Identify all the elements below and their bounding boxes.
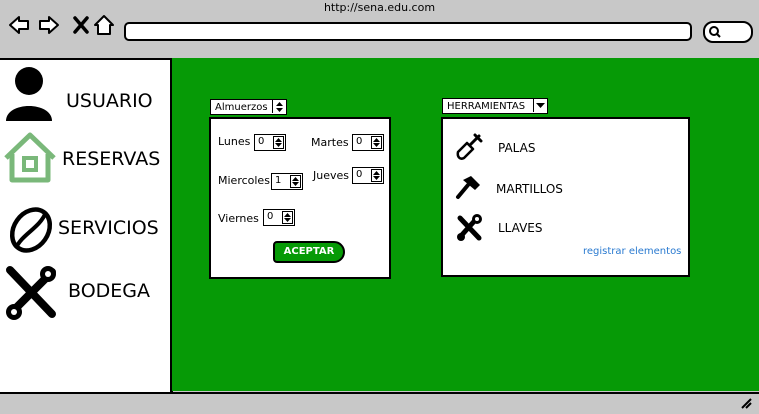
stepper-arrows-icon[interactable]	[371, 169, 382, 182]
sidebar-item-label: BODEGA	[68, 280, 151, 302]
viernes-value: 0	[267, 211, 274, 222]
forward-arrow-icon[interactable]	[38, 14, 60, 36]
register-elements-link[interactable]: registrar elementos	[583, 246, 681, 257]
day-label-miercoles: Miercoles	[218, 174, 270, 187]
tool-item-label: MARTILLOS	[496, 182, 563, 196]
sidebar-item-servicios[interactable]: SERVICIOS	[0, 198, 170, 258]
sidebar-item-reservas[interactable]: RESERVAS	[0, 130, 170, 190]
tool-item-llaves[interactable]: LLAVES	[455, 213, 575, 243]
shovel-icon	[456, 133, 483, 160]
stepper-arrows-icon[interactable]	[371, 136, 382, 149]
sidebar-item-label: RESERVAS	[62, 148, 161, 170]
tools-select-value: HERRAMIENTAS	[447, 101, 526, 112]
sidebar-item-label: USUARIO	[66, 90, 153, 112]
address-bar[interactable]	[124, 22, 692, 41]
stepper-arrows-icon[interactable]	[282, 211, 293, 224]
hammer-icon	[456, 176, 480, 199]
tool-item-label: LLAVES	[498, 221, 543, 235]
coffee-bean-icon	[9, 207, 53, 253]
accept-button[interactable]: ACEPTAR	[273, 241, 345, 263]
stepper-arrows-icon	[272, 100, 286, 113]
martes-stepper[interactable]: 0	[352, 134, 384, 151]
sidebar-item-usuario[interactable]: USUARIO	[0, 62, 170, 122]
miercoles-stepper[interactable]: 1	[271, 173, 303, 190]
sidebar-item-label: SERVICIOS	[58, 217, 159, 239]
status-bar	[0, 392, 759, 414]
day-label-viernes: Viernes	[218, 212, 259, 225]
sidebar-item-bodega[interactable]: BODEGA	[0, 264, 170, 324]
martes-value: 0	[356, 136, 363, 147]
close-icon[interactable]	[70, 14, 92, 36]
stepper-arrows-icon[interactable]	[273, 136, 284, 149]
day-label-martes: Martes	[311, 136, 349, 149]
miercoles-value: 1	[275, 175, 282, 186]
tools-select[interactable]: HERRAMIENTAS	[442, 98, 548, 114]
search-icon	[709, 26, 721, 38]
home-icon	[4, 132, 56, 183]
home-nav-icon[interactable]	[93, 14, 115, 36]
user-icon	[6, 67, 52, 121]
jueves-value: 0	[356, 169, 363, 180]
back-arrow-icon[interactable]	[8, 14, 30, 36]
tool-item-martillos[interactable]: MARTILLOS	[455, 174, 575, 204]
lunes-stepper[interactable]: 0	[254, 134, 286, 151]
chevron-down-icon	[533, 99, 547, 112]
tool-item-palas[interactable]: PALAS	[455, 133, 575, 163]
resize-grip-icon[interactable]	[739, 396, 753, 410]
window-url-title: http://sena.edu.com	[323, 1, 436, 14]
search-button[interactable]	[703, 21, 753, 43]
browser-toolbar: http://sena.edu.com	[0, 0, 759, 58]
day-label-lunes: Lunes	[218, 135, 251, 148]
viernes-stepper[interactable]: 0	[263, 209, 295, 226]
wrench-icon	[457, 214, 482, 241]
sidebar: USUARIO RESERVAS SERVICIOS BODEGA	[0, 58, 173, 396]
tools-icon	[6, 266, 56, 320]
tool-item-label: PALAS	[498, 141, 536, 155]
lunch-select-value: Almuerzos	[215, 102, 268, 113]
jueves-stepper[interactable]: 0	[352, 167, 384, 184]
day-label-jueves: Jueves	[313, 169, 349, 182]
stepper-arrows-icon[interactable]	[290, 175, 301, 188]
lunes-value: 0	[258, 136, 265, 147]
lunch-select[interactable]: Almuerzos	[210, 99, 287, 115]
